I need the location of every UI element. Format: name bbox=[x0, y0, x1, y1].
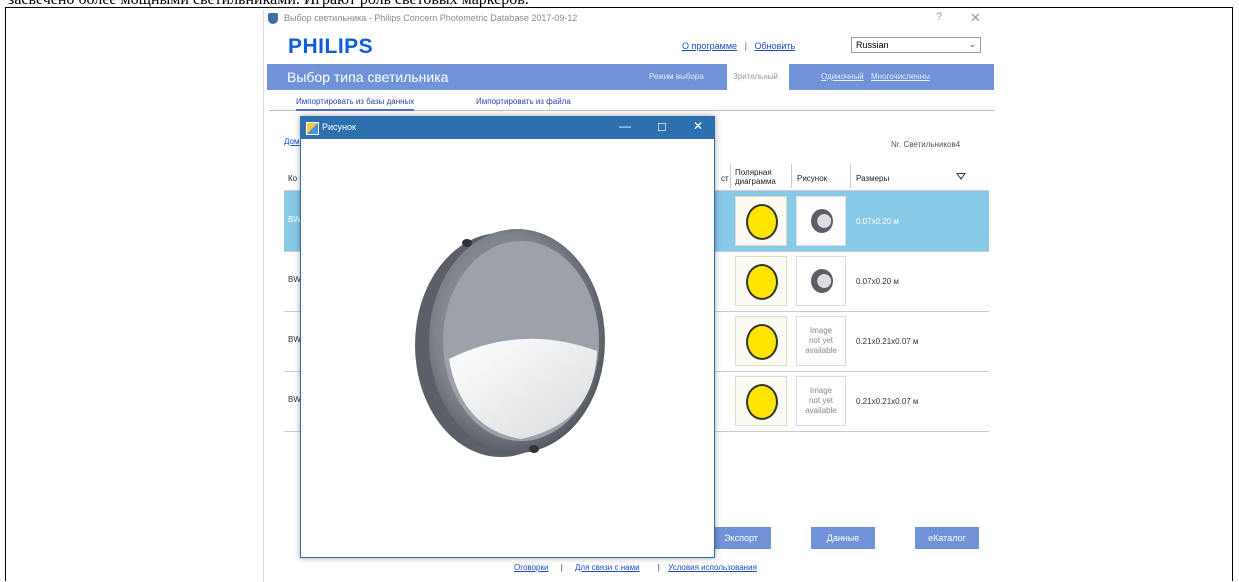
column-divider bbox=[850, 164, 851, 188]
row-dimensions: 0.21x0.21x0.07 м bbox=[856, 337, 919, 346]
tab-import-file[interactable]: Импортировать из файла bbox=[476, 97, 571, 106]
row-dimensions: 0.07x0.20 м bbox=[856, 217, 899, 226]
col-size[interactable]: Размеры bbox=[856, 174, 889, 183]
close-icon[interactable]: ✕ bbox=[970, 10, 981, 26]
image-placeholder[interactable]: Image not yet available bbox=[796, 376, 846, 426]
image-placeholder[interactable]: Image not yet available bbox=[796, 316, 846, 366]
row-code: BW bbox=[288, 335, 301, 344]
terms-link[interactable]: Условия использования bbox=[668, 563, 757, 572]
page-title: Выбор типа светильника bbox=[287, 69, 449, 85]
row-code: BW bbox=[288, 395, 301, 404]
chevron-down-icon: ⌄ bbox=[968, 39, 976, 49]
footer-links: Оговорки | Для связи с нами | Условия ис… bbox=[514, 563, 757, 572]
minimize-icon[interactable]: — bbox=[619, 119, 631, 133]
app-icon bbox=[268, 13, 278, 24]
ecatalog-button[interactable]: eКаталог bbox=[915, 527, 979, 549]
mode-label: Режим выбора bbox=[649, 72, 704, 81]
import-tabs: Импортировать из базы данных Импортирова… bbox=[269, 94, 994, 111]
tab-single[interactable]: Одиночный bbox=[815, 64, 870, 90]
section-bar: Выбор типа светильника Режим выбора Зрит… bbox=[267, 64, 994, 90]
footer-separator: | bbox=[657, 563, 660, 572]
dialog-title-bar[interactable]: Рисунок — ☐ ✕ bbox=[301, 117, 714, 139]
language-select[interactable]: Russian ⌄ bbox=[851, 37, 981, 53]
column-divider bbox=[791, 164, 792, 188]
contact-link[interactable]: Для связи с нами bbox=[575, 563, 640, 572]
data-button[interactable]: Данные bbox=[811, 527, 875, 549]
help-button[interactable]: ? bbox=[936, 11, 942, 23]
column-divider bbox=[730, 164, 731, 188]
tab-multiple[interactable]: Многочисленны bbox=[865, 64, 936, 90]
luminaire-image bbox=[415, 229, 605, 457]
close-icon[interactable]: ✕ bbox=[693, 119, 703, 133]
philips-logo: PHILIPS bbox=[288, 35, 374, 58]
title-bar: Выбор светильника - Philips Concern Phot… bbox=[264, 10, 994, 28]
col-picture[interactable]: Рисунок bbox=[797, 174, 827, 183]
update-link[interactable]: Обновить bbox=[754, 41, 795, 51]
luminaire-count: Nr. Светильников4 bbox=[891, 140, 961, 149]
dialog-title: Рисунок bbox=[322, 122, 356, 132]
row-dimensions: 0.21x0.21x0.07 м bbox=[856, 397, 919, 406]
window-title: Выбор светильника - Philips Concern Phot… bbox=[284, 13, 578, 23]
luminaire-thumbnail[interactable] bbox=[796, 256, 846, 306]
home-link[interactable]: Дом bbox=[284, 137, 299, 146]
image-unavailable-text: Image not yet available bbox=[805, 326, 837, 355]
tab-visual[interactable]: Зрительный bbox=[727, 64, 789, 90]
luminaire-thumbnail[interactable] bbox=[796, 196, 846, 246]
picture-dialog: Рисунок — ☐ ✕ bbox=[300, 116, 715, 558]
image-unavailable-text: Image not yet available bbox=[805, 386, 837, 415]
row-code: BW bbox=[288, 215, 301, 224]
row-dimensions: 0.07x0.20 м bbox=[856, 277, 899, 286]
polar-diagram bbox=[735, 256, 787, 306]
picture-icon bbox=[306, 122, 319, 135]
polar-diagram bbox=[735, 316, 787, 366]
col-code[interactable]: Ко bbox=[288, 174, 297, 183]
col-partial[interactable]: ст bbox=[721, 174, 729, 183]
polar-diagram bbox=[735, 196, 787, 246]
disclaimer-link[interactable]: Оговорки bbox=[514, 563, 548, 572]
about-link[interactable]: О программе bbox=[682, 41, 737, 51]
polar-diagram bbox=[735, 376, 787, 426]
maximize-icon[interactable]: ☐ bbox=[657, 121, 667, 134]
language-value: Russian bbox=[856, 40, 889, 50]
row-code: BW bbox=[288, 275, 301, 284]
top-links: О программе | Обновить bbox=[682, 41, 795, 51]
sort-icon[interactable] bbox=[956, 173, 966, 180]
tab-import-database[interactable]: Импортировать из базы данных bbox=[296, 97, 415, 111]
footer-separator: | bbox=[560, 563, 563, 572]
export-button[interactable]: Экспорт bbox=[711, 527, 771, 549]
link-separator: | bbox=[744, 41, 747, 51]
col-polar[interactable]: Полярная диаграмма bbox=[735, 168, 776, 186]
